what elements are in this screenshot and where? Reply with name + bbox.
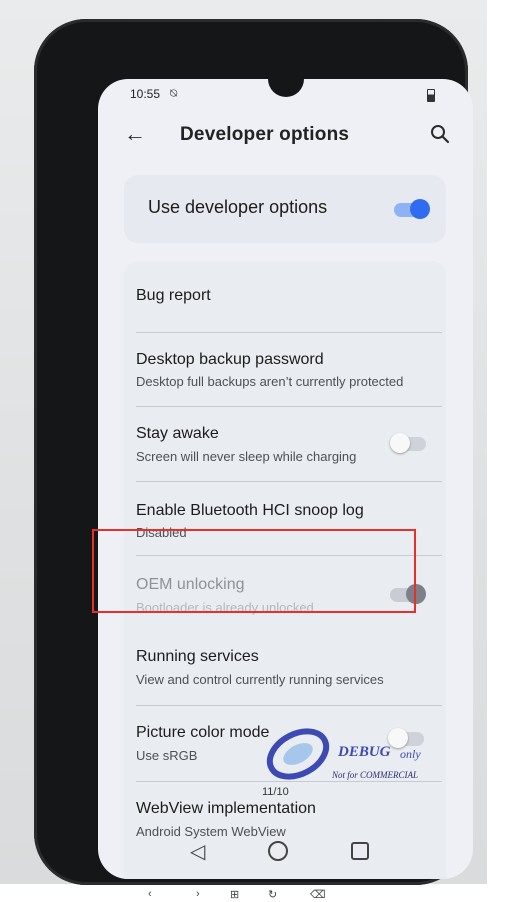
setting-title: WebView implementation <box>136 800 316 817</box>
setting-title: Running services <box>136 648 259 665</box>
master-switch-label: Use developer options <box>148 197 328 217</box>
setting-title: Enable Bluetooth HCI snoop log <box>136 502 364 519</box>
setting-subtitle: Screen will never sleep while charging <box>136 449 357 464</box>
delete-icon[interactable]: ⌫ <box>310 888 326 901</box>
battery-icon <box>427 89 435 102</box>
zoom-icon[interactable]: ⊞ <box>230 888 239 901</box>
setting-subtitle: Desktop full backups aren’t currently pr… <box>136 374 404 389</box>
arrow-left-icon[interactable]: ← <box>124 121 146 147</box>
setting-subtitle: Use sRGB <box>136 748 198 763</box>
highlight-box <box>92 529 416 613</box>
watermark: DEBUG only Not for COMMERCIAL 11/10 <box>262 722 432 798</box>
chevron-right-icon[interactable]: › <box>196 888 200 900</box>
status-bar: 10:55 ⍉ <box>98 86 473 105</box>
navigation-bar: ◁ <box>98 831 473 871</box>
chevron-left-icon[interactable]: ‹ <box>148 888 152 900</box>
setting-row-running-services[interactable]: Running services View and control curren… <box>124 632 446 706</box>
master-switch-card[interactable]: Use developer options <box>124 175 446 243</box>
watermark-brand: DEBUG <box>338 744 391 760</box>
nav-home-icon[interactable] <box>268 841 288 861</box>
watermark-version: 11/10 <box>262 786 289 798</box>
setting-title: Picture color mode <box>136 724 270 741</box>
watermark-only: only <box>400 747 421 761</box>
setting-title: Desktop backup password <box>136 351 324 368</box>
page-title: Developer options <box>180 124 350 145</box>
viewer-toolbar: ‹ › ⊞ ↻ ⌫ <box>0 885 513 902</box>
setting-row-bug-report[interactable]: Bug report <box>124 261 446 331</box>
rotate-icon[interactable]: ↻ <box>268 888 277 901</box>
app-bar: ← Developer options <box>98 115 473 155</box>
setting-subtitle: View and control currently running servi… <box>136 672 384 687</box>
status-time: 10:55 <box>130 87 161 101</box>
setting-row-stay-awake[interactable]: Stay awake Screen will never sleep while… <box>124 407 446 481</box>
setting-title: Bug report <box>136 287 211 304</box>
master-toggle[interactable] <box>394 199 430 219</box>
nav-back-icon[interactable]: ◁ <box>190 839 205 864</box>
nav-recents-icon[interactable] <box>351 842 369 860</box>
setting-title: Stay awake <box>136 425 219 442</box>
search-icon[interactable] <box>429 123 451 145</box>
notification-icon: ⍉ <box>170 86 178 100</box>
setting-row-desktop-backup-password[interactable]: Desktop backup password Desktop full bac… <box>124 333 446 405</box>
stay-awake-toggle[interactable] <box>390 433 426 453</box>
watermark-logo <box>266 728 330 780</box>
watermark-note: Not for COMMERCIAL <box>332 770 419 780</box>
